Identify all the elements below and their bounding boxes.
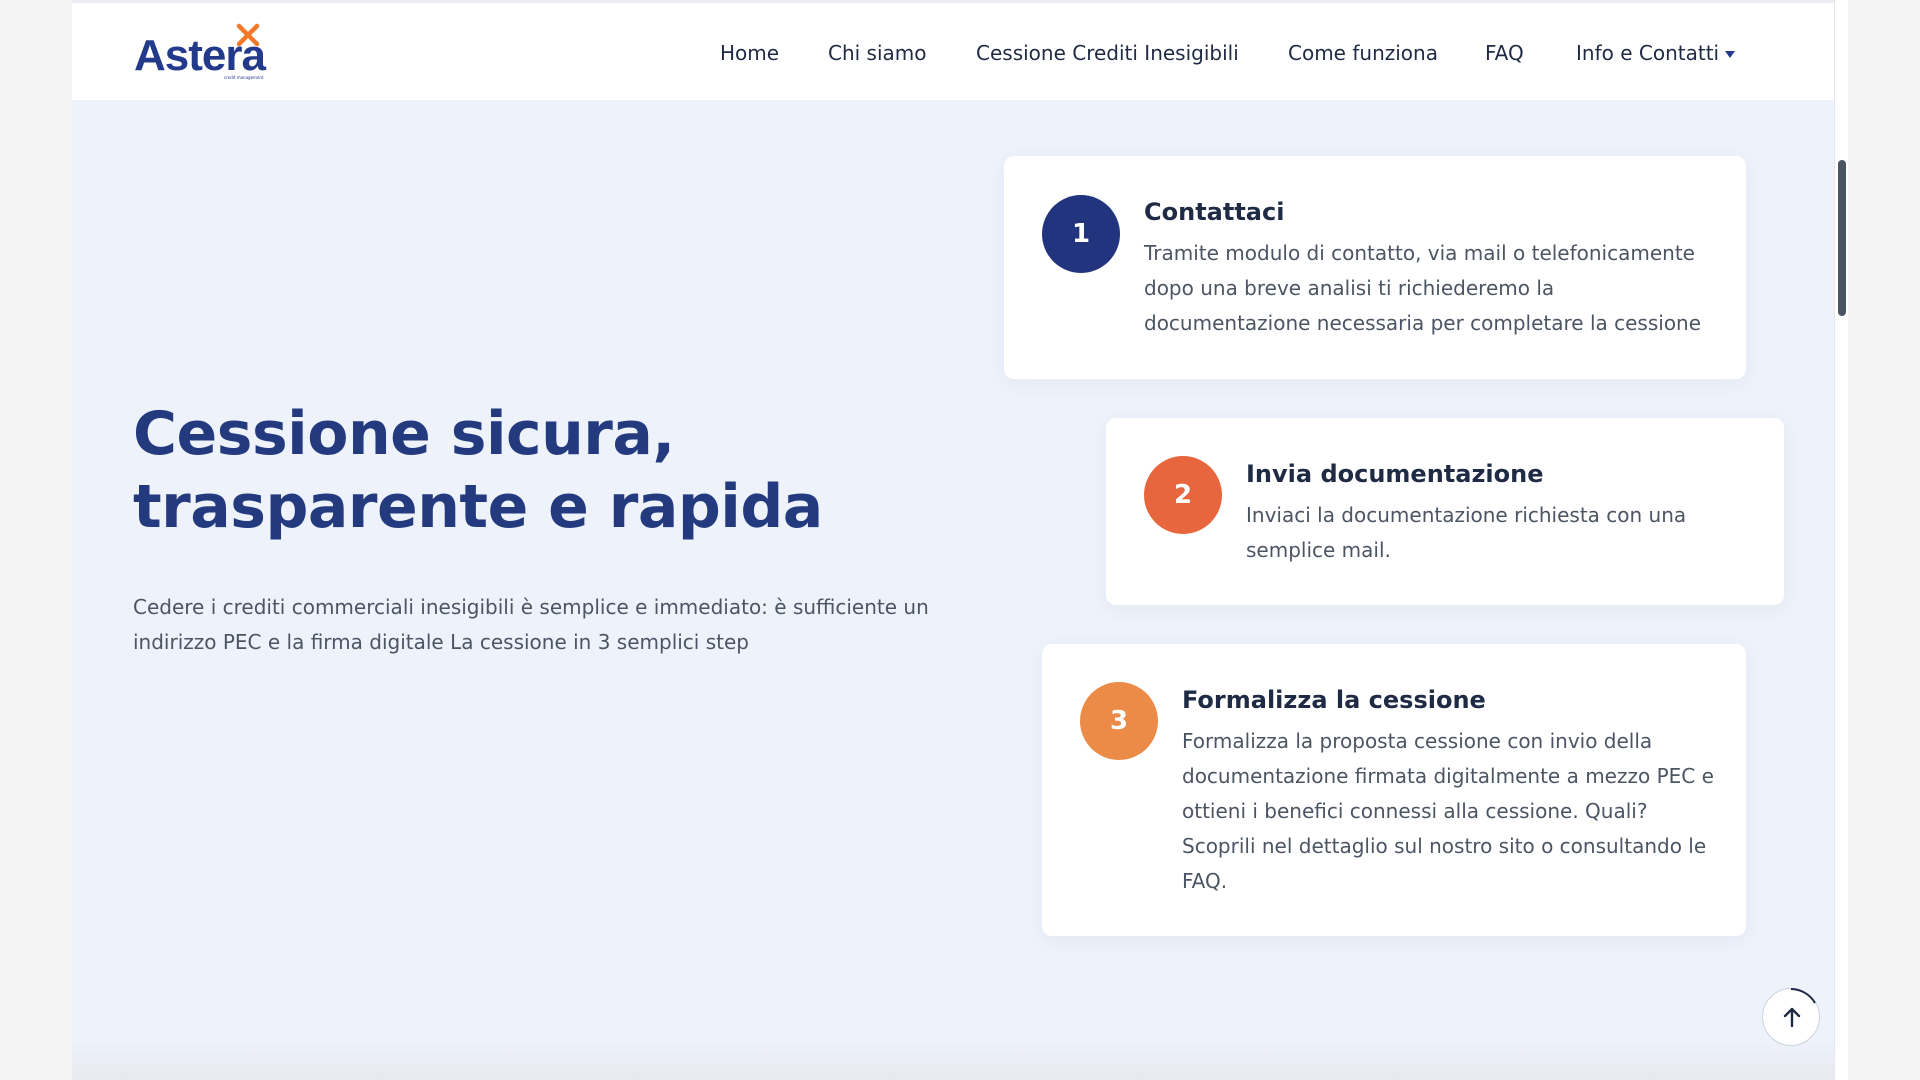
step-number-badge: 2 — [1144, 456, 1222, 534]
page-gutter-left — [0, 0, 72, 1080]
hero-title-line1: Cessione sicura, — [133, 399, 675, 469]
site-header: Astera credit management Home Chi siamo … — [72, 0, 1834, 100]
hero-title: Cessione sicura, trasparente e rapida — [133, 398, 833, 544]
section-divider — [72, 1040, 1834, 1080]
logo-tagline: credit management — [224, 75, 264, 80]
caret-down-icon — [1725, 51, 1736, 58]
step-number-badge: 3 — [1080, 682, 1158, 760]
step-card-2: 2 Invia documentazione Inviaci la docume… — [1106, 418, 1784, 605]
step-title: Formalizza la cessione — [1182, 686, 1486, 714]
hero-description: Cedere i crediti commerciali inesigibili… — [133, 595, 929, 654]
nav-item-info-contatti[interactable]: Info e Contatti — [1576, 41, 1736, 65]
step-text: Inviaci la documentazione richiesta con … — [1246, 503, 1687, 562]
x-mark-icon — [236, 23, 260, 47]
nav-item-info-contatti-label: Info e Contatti — [1576, 41, 1720, 65]
step-title: Contattaci — [1144, 198, 1285, 226]
nav-item-home[interactable]: Home — [720, 41, 779, 65]
arrow-up-icon — [1783, 1007, 1801, 1028]
step-card-1: 1 Contattaci Tramite modulo di contatto,… — [1004, 156, 1746, 379]
step-number-badge: 1 — [1042, 195, 1120, 273]
nav-item-come-funziona[interactable]: Come funziona — [1288, 41, 1438, 65]
page-gutter-right — [1848, 0, 1920, 1080]
step-text: Tramite modulo di contatto, via mail o t… — [1144, 241, 1702, 335]
logo[interactable]: Astera credit management — [134, 23, 284, 81]
step-text: Formalizza la proposta cessione con invi… — [1182, 729, 1714, 893]
scrollbar-thumb[interactable] — [1838, 160, 1846, 316]
step-card-3: 3 Formalizza la cessione Formalizza la p… — [1042, 644, 1746, 936]
nav-item-chi-siamo[interactable]: Chi siamo — [828, 41, 927, 65]
nav-item-faq[interactable]: FAQ — [1485, 41, 1524, 65]
scroll-to-top-button[interactable] — [1762, 988, 1820, 1046]
page-content: Astera credit management Home Chi siamo … — [72, 0, 1834, 1080]
step-title: Invia documentazione — [1246, 460, 1544, 488]
nav-item-cessione-crediti[interactable]: Cessione Crediti Inesigibili — [976, 41, 1239, 65]
hero-title-line2: trasparente e rapida — [133, 472, 823, 542]
